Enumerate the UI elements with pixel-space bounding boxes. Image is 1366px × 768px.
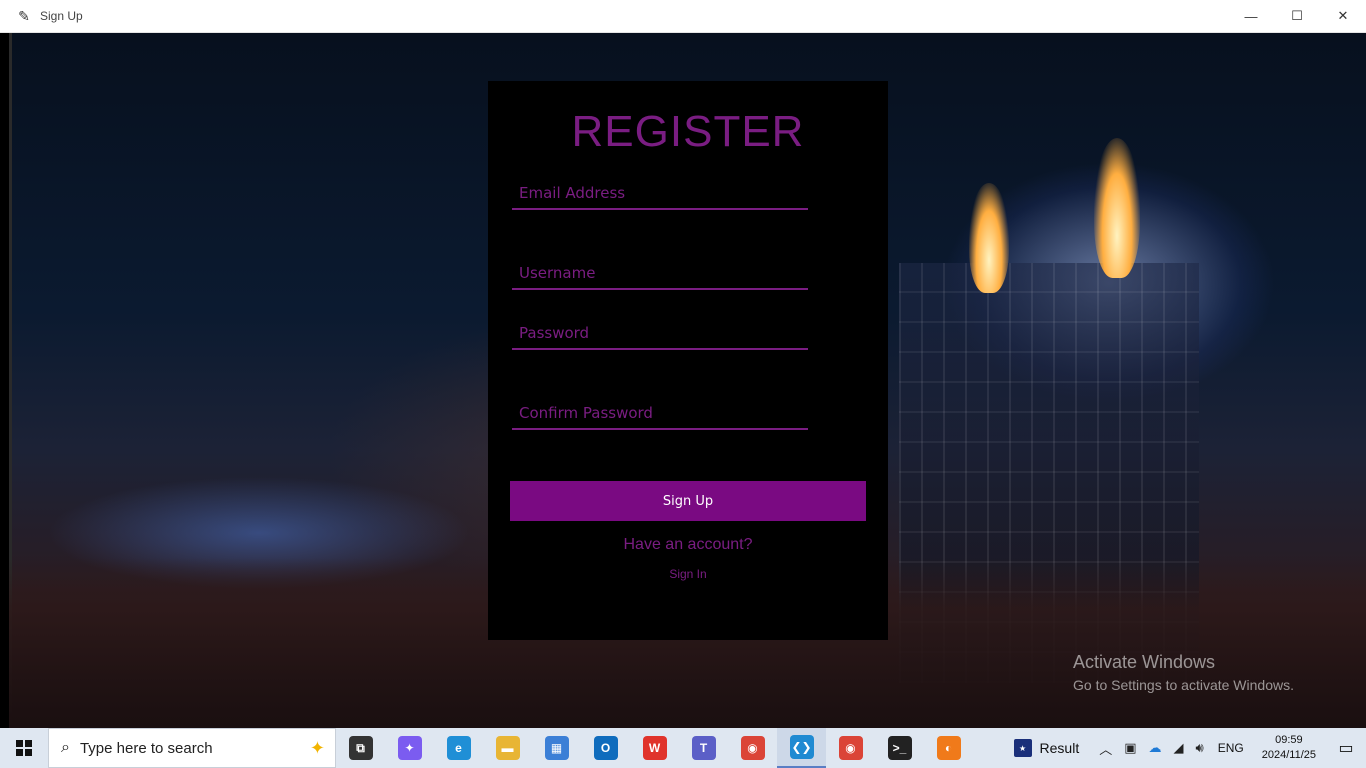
taskbar-app-file-explorer[interactable]: ▬ xyxy=(483,728,532,768)
register-heading: REGISTER xyxy=(571,107,805,156)
taskbar-app-edge[interactable]: e xyxy=(434,728,483,768)
taskbar-app-chrome[interactable]: ◉ xyxy=(728,728,777,768)
vscode-icon: ❮❯ xyxy=(789,735,814,759)
clock[interactable]: 09:59 2024/11/25 xyxy=(1262,733,1316,763)
minimize-button[interactable]: — xyxy=(1228,0,1274,32)
close-button[interactable]: ✕ xyxy=(1320,0,1366,32)
onedrive-icon[interactable]: ☁ xyxy=(1149,740,1162,756)
confirm-password-input[interactable] xyxy=(512,398,808,428)
volume-icon[interactable]: 🔊︎ xyxy=(1196,740,1204,756)
confirm-password-field xyxy=(512,398,808,430)
register-panel: REGISTER Sign Up Have an account? Sign I… xyxy=(488,81,888,640)
start-button[interactable] xyxy=(0,728,48,768)
title-bar: ✎ Sign Up — ☐ ✕ xyxy=(0,0,1366,33)
username-input[interactable] xyxy=(512,258,808,288)
activate-windows-watermark: Activate Windows Go to Settings to activ… xyxy=(1073,652,1294,693)
notification-icon[interactable]: ▭ xyxy=(1326,728,1366,768)
search-placeholder: Type here to search xyxy=(79,739,213,757)
have-account-text: Have an account? xyxy=(623,536,753,553)
system-tray: ★ Result ︿ ▣ ☁ ◢ 🔊︎ ENG 09:59 2024/11/25… xyxy=(1013,728,1366,768)
nfl-icon: ★ xyxy=(1013,739,1032,757)
result-label: Result xyxy=(1039,740,1080,756)
task-view-icon: ⧉ xyxy=(348,736,373,760)
taskbar-app-task-view[interactable]: ⧉ xyxy=(336,728,385,768)
taskbar-app-terminal[interactable]: >_ xyxy=(875,728,924,768)
email-input[interactable] xyxy=(512,178,808,208)
taskbar-app-microsoft-store[interactable]: ▦ xyxy=(532,728,581,768)
taskbar: ⌕ Type here to search ✦ ⧉ ✦ e ▬ ▦ O W T ◉ ❮❯ ◉ >_ ◐ … xyxy=(0,728,1366,768)
taskbar-app-chrome-2[interactable]: ◉ xyxy=(826,728,875,768)
terminal-icon: >_ xyxy=(887,736,912,760)
window-controls: — ☐ ✕ xyxy=(1228,0,1366,32)
windows-logo-icon xyxy=(16,740,32,756)
maximize-button[interactable]: ☐ xyxy=(1274,0,1320,32)
sparkle-icon: ✦ xyxy=(309,737,325,758)
taskbar-apps: ⧉ ✦ e ▬ ▦ O W T ◉ ❮❯ ◉ >_ ◐ xyxy=(336,728,973,768)
teams-icon: T xyxy=(691,736,716,760)
taskbar-app-teams[interactable]: T xyxy=(679,728,728,768)
chrome-icon: ◉ xyxy=(740,736,765,760)
taskbar-app-vscode[interactable]: ❮❯ xyxy=(777,728,826,768)
watermark-subtitle: Go to Settings to activate Windows. xyxy=(1073,677,1294,693)
flame xyxy=(969,183,1009,293)
copilot-icon: ✦ xyxy=(397,736,422,760)
language-indicator[interactable]: ENG xyxy=(1218,741,1244,755)
network-icon[interactable]: ◢ xyxy=(1174,740,1184,756)
taskbar-app-eclipse[interactable]: ◐ xyxy=(924,728,973,768)
taskbar-search-box[interactable]: ⌕ Type here to search ✦ xyxy=(48,728,336,768)
meet-now-icon[interactable]: ▣ xyxy=(1124,740,1136,756)
eclipse-icon: ◐ xyxy=(936,736,961,760)
taskbar-app-outlook[interactable]: O xyxy=(581,728,630,768)
password-field xyxy=(512,318,808,350)
edge-icon: e xyxy=(446,736,471,760)
email-field xyxy=(512,178,808,210)
clock-time: 09:59 xyxy=(1275,734,1303,746)
clock-date: 2024/11/25 xyxy=(1261,749,1316,761)
microsoft-store-icon: ▦ xyxy=(544,736,569,760)
watermark-title: Activate Windows xyxy=(1073,652,1216,672)
chevron-up-icon[interactable]: ︿ xyxy=(1099,739,1112,758)
sign-up-button[interactable]: Sign Up xyxy=(510,481,866,521)
feather-icon: ✎ xyxy=(18,7,30,24)
search-icon: ⌕ xyxy=(61,739,70,756)
window-title: Sign Up xyxy=(40,9,83,23)
wps-office-icon: W xyxy=(642,736,667,760)
username-field xyxy=(512,258,808,290)
news-result-widget[interactable]: ★ Result xyxy=(1013,739,1080,757)
sign-in-link[interactable]: Sign In xyxy=(488,567,888,581)
outlook-icon: O xyxy=(593,736,618,760)
flame xyxy=(1094,138,1140,278)
file-explorer-icon: ▬ xyxy=(495,736,520,760)
taskbar-app-copilot[interactable]: ✦ xyxy=(385,728,434,768)
password-input[interactable] xyxy=(512,318,808,348)
taskbar-app-wps-office[interactable]: W xyxy=(630,728,679,768)
chrome-2-icon: ◉ xyxy=(838,736,863,760)
